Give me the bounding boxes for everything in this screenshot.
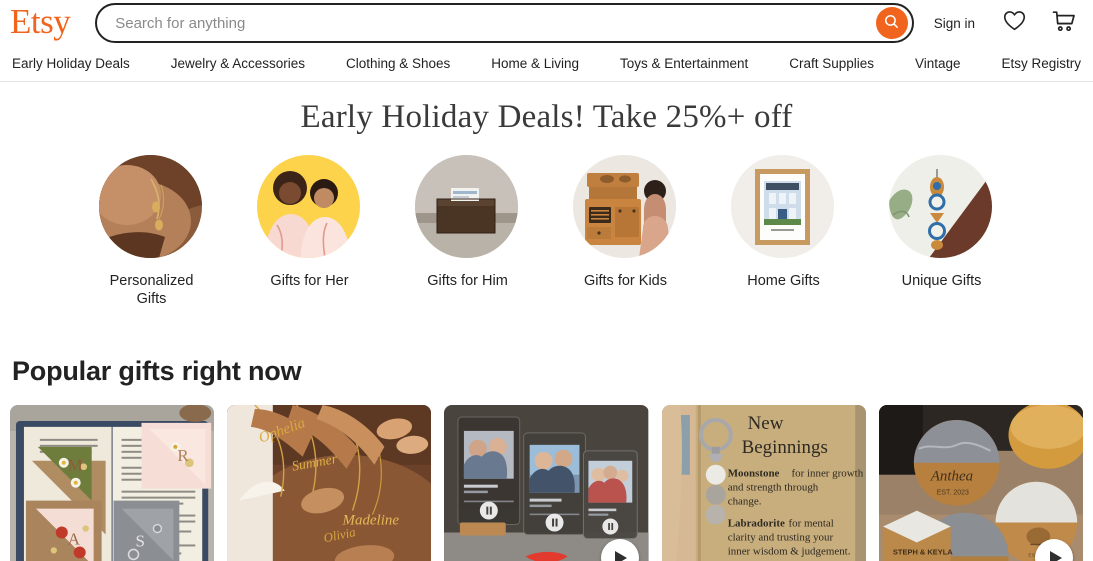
category-label: Gifts for Her [270, 273, 349, 289]
product-card-name-necklaces[interactable]: Ophelia Summer Madeline Olivia Savannah [227, 405, 432, 561]
popular-gifts-title: Popular gifts right now [12, 356, 302, 386]
svg-text:inner wisdom & judgement.: inner wisdom & judgement. [727, 545, 850, 557]
nav-item-home-living[interactable]: Home & Living [491, 56, 579, 71]
svg-text:clarity and trusting your: clarity and trusting your [727, 531, 833, 543]
search-bar[interactable] [95, 3, 914, 43]
svg-text:STEPH & KEYLA: STEPH & KEYLA [893, 547, 953, 556]
category-image-gifts-for-him [415, 155, 518, 258]
category-label: Personalized Gifts [109, 273, 194, 307]
category-image-gifts-for-kids [573, 155, 676, 258]
search-container [95, 3, 914, 43]
hero-title: Early Holiday Deals! Take 25%+ off [300, 99, 793, 135]
nav-item-early-holiday-deals[interactable]: Early Holiday Deals [12, 56, 130, 71]
heart-icon [1003, 10, 1026, 36]
category-label: Unique Gifts [901, 273, 982, 289]
category-circles: Personalized Gifts Gifts for Her Gifts f… [0, 155, 1093, 308]
category-personalized-gifts[interactable]: Personalized Gifts [99, 155, 204, 308]
svg-text:Anthea: Anthea [930, 469, 973, 485]
svg-text:R: R [177, 446, 189, 465]
category-image-gifts-for-her [257, 155, 360, 258]
svg-text:Beginnings: Beginnings [741, 437, 827, 458]
popular-gifts-grid: M A S R Ophelia Summer Madeline Olivia N… [0, 405, 1093, 561]
product-card-acrylic-photo-plaques[interactable] [444, 405, 649, 561]
product-card-felt-bookmarks[interactable]: M A S R [10, 405, 215, 561]
svg-text:and strength through: and strength through [727, 482, 818, 494]
category-gifts-for-him[interactable]: Gifts for Him [415, 155, 520, 308]
svg-text:S: S [136, 531, 145, 550]
svg-text:Moonstone: Moonstone [727, 468, 779, 480]
category-label: Gifts for Him [427, 273, 508, 289]
favorites-button[interactable] [1003, 10, 1026, 36]
nav-item-craft-supplies[interactable]: Craft Supplies [789, 56, 874, 71]
hero-section: Early Holiday Deals! Take 25%+ off Perso… [0, 82, 1093, 308]
svg-text:for mental: for mental [788, 518, 833, 530]
category-gifts-for-her[interactable]: Gifts for Her [257, 155, 362, 308]
cart-button[interactable] [1052, 10, 1076, 37]
svg-text:Labradorite: Labradorite [727, 518, 784, 530]
svg-text:A: A [68, 529, 81, 548]
nav-item-etsy-registry[interactable]: Etsy Registry [1001, 56, 1081, 71]
category-unique-gifts[interactable]: Unique Gifts [889, 155, 994, 308]
search-input[interactable] [115, 14, 876, 32]
nav-item-vintage[interactable]: Vintage [915, 56, 961, 71]
category-image-home-gifts [731, 155, 834, 258]
nav-item-jewelry-accessories[interactable]: Jewelry & Accessories [171, 56, 305, 71]
svg-text:change.: change. [727, 496, 761, 508]
site-header: Etsy Sign in [0, 0, 1093, 46]
svg-text:M: M [68, 456, 83, 475]
category-gifts-for-kids[interactable]: Gifts for Kids [573, 155, 678, 308]
etsy-logo[interactable]: Etsy [10, 4, 71, 42]
product-card-engraved-coasters[interactable]: Anthea EST. 2023 EST. 2023 The Browns ST… [878, 405, 1084, 561]
sign-in-link[interactable]: Sign in [934, 16, 975, 31]
category-image-personalized-gifts [99, 155, 202, 258]
svg-text:New: New [747, 413, 783, 434]
svg-text:EST. 2023: EST. 2023 [937, 490, 969, 497]
svg-text:for inner growth: for inner growth [791, 468, 863, 480]
category-nav: Early Holiday Deals Jewelry & Accessorie… [0, 46, 1093, 82]
product-card-new-beginnings-keychain[interactable]: New Beginnings Moonstone for inner growt… [661, 405, 866, 561]
category-label: Home Gifts [747, 273, 820, 289]
nav-item-clothing-shoes[interactable]: Clothing & Shoes [346, 56, 450, 71]
shopping-cart-icon [1052, 10, 1076, 37]
category-home-gifts[interactable]: Home Gifts [731, 155, 836, 308]
category-label: Gifts for Kids [584, 273, 667, 289]
category-image-unique-gifts [889, 155, 992, 258]
search-submit-button[interactable] [875, 7, 908, 39]
nav-item-toys-entertainment[interactable]: Toys & Entertainment [620, 56, 748, 71]
search-icon [883, 13, 900, 33]
